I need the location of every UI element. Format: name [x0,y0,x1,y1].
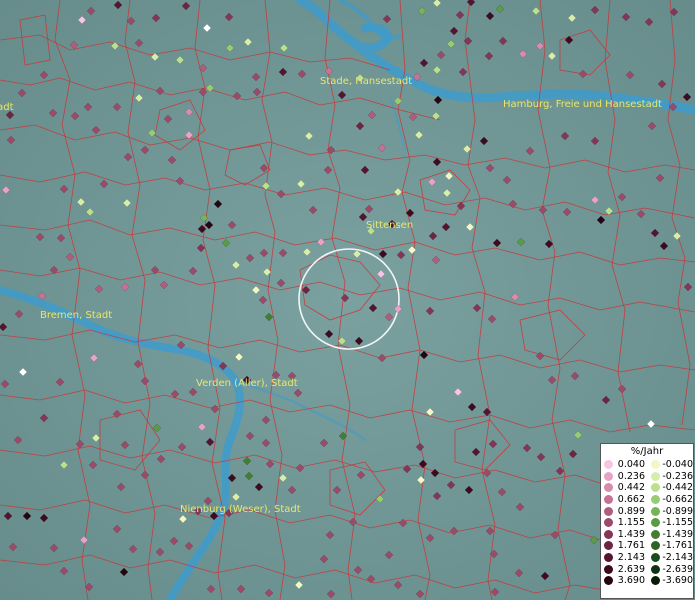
legend-value-positive: 0.662 [617,494,645,506]
legend-row: 0.442 -0.442 [601,482,693,494]
legend-value-negative: -0.040 [662,459,693,471]
legend-value-negative: -3.690 [662,575,693,587]
legend-swatch-positive [604,576,613,586]
legend-row: 2.143 -2.143 [601,552,693,564]
legend-row: 1.761 -1.761 [601,540,693,552]
legend-value-negative: -0.236 [662,470,693,482]
legend-swatch-positive [604,529,613,539]
legend-rows: 0.040 -0.040 0.236 -0.236 0.442 -0.442 0.662 -0… [601,459,693,587]
legend-swatch-negative [651,553,660,563]
legend-swatch-negative [651,495,660,505]
legend-swatch-positive [604,541,613,551]
city-label-sittensen: Sittensen [366,220,413,231]
legend-row: 3.690 -3.690 [601,575,693,587]
legend-value-positive: 1.155 [617,517,645,529]
legend-value-positive: 3.690 [617,575,645,587]
legend-swatch-negative [651,471,660,481]
legend-value-negative: -2.143 [662,552,693,564]
legend-value-positive: 0.442 [617,482,645,494]
legend-swatch-positive [604,460,613,470]
legend-swatch-positive [604,564,613,574]
legend-swatch-negative [651,460,660,470]
city-label-hamburg: Hamburg, Freie und Hansestadt [503,99,662,110]
legend-swatch-positive [604,518,613,528]
legend-swatch-positive [604,483,613,493]
city-label-bremen: Bremen, Stadt [40,310,112,321]
legend-swatch-positive [604,495,613,505]
legend-swatch-positive [604,471,613,481]
map-canvas[interactable]: Stade, Hansestadt Hamburg, Freie und Han… [0,0,695,600]
legend-swatch-negative [651,506,660,516]
legend-row: 0.899 -0.899 [601,505,693,517]
legend-value-positive: 0.236 [617,470,645,482]
legend-value-positive: 0.040 [617,459,645,471]
legend-row: 1.155 -1.155 [601,517,693,529]
legend-swatch-negative [651,529,660,539]
city-label-stade: Stade, Hansestadt [320,76,412,87]
legend-value-negative: -1.155 [662,517,693,529]
legend-value-negative: -0.442 [662,482,693,494]
legend-value-positive: 2.143 [617,552,645,564]
legend-value-negative: -1.761 [662,540,693,552]
legend-swatch-negative [651,541,660,551]
legend-swatch-negative [651,564,660,574]
legend-row: 1.439 -1.439 [601,529,693,541]
city-label-verden: Verden (Aller), Stadt [196,378,298,389]
legend-title: %/Jahr [630,446,664,457]
legend-swatch-negative [651,483,660,493]
legend-value-positive: 2.639 [617,563,645,575]
legend-value-positive: 1.439 [617,528,645,540]
legend-value-negative: -0.899 [662,505,693,517]
legend-swatch-negative [651,576,660,586]
city-label-partial: stadt [0,102,14,113]
legend-value-negative: -1.439 [662,528,693,540]
legend-value-negative: -0.662 [662,494,693,506]
legend-swatch-positive [604,553,613,563]
legend-row: 0.236 -0.236 [601,471,693,483]
legend-swatch-negative [651,518,660,528]
legend-value-positive: 1.761 [617,540,645,552]
legend-row: 2.639 -2.639 [601,563,693,575]
legend-row: 0.662 -0.662 [601,494,693,506]
legend-row: 0.040 -0.040 [601,459,693,471]
city-label-nienburg: Nienburg (Weser), Stadt [180,504,301,515]
legend-swatch-positive [604,506,613,516]
legend-value-positive: 0.899 [617,505,645,517]
map-background [0,0,695,600]
legend-value-negative: -2.639 [662,563,693,575]
legend: %/Jahr 0.040 -0.040 0.236 -0.236 0.442 -0.442… [600,443,694,599]
